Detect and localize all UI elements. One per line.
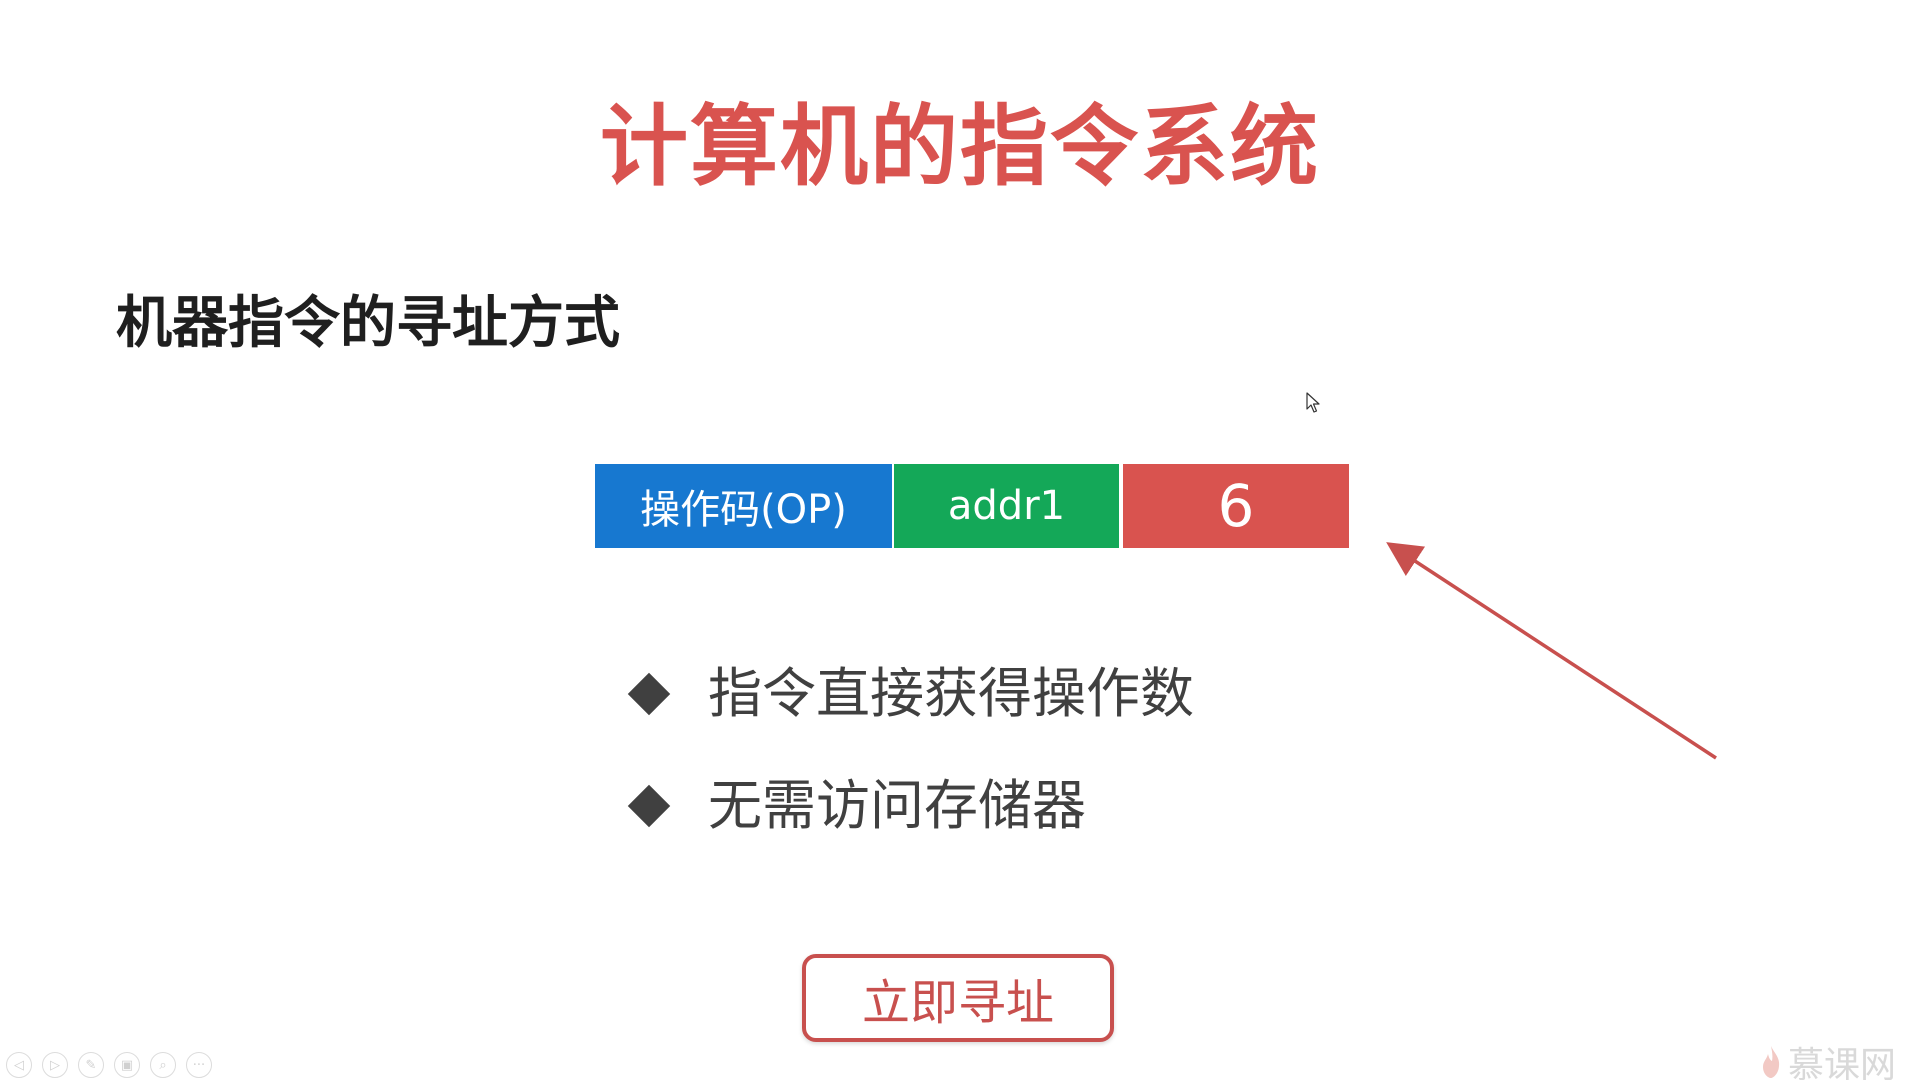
list-item: 无需访问存储器 [627,768,1194,844]
list-item: 指令直接获得操作数 [627,656,1194,732]
opcode-field: 操作码(OP) [595,464,892,548]
diamond-bullet-icon [627,672,671,716]
presentation-toolbar: ◁ ▷ ✎ ▣ ⌕ ··· [6,1052,212,1078]
slide-title: 计算机的指令系统 [599,95,1320,198]
bullet-text: 指令直接获得操作数 [708,662,1194,725]
more-icon[interactable]: ··· [186,1052,212,1078]
mouse-cursor-icon [1306,392,1320,413]
flame-icon [1762,1046,1780,1078]
immediate-addressing-button[interactable]: 立即寻址 [802,954,1114,1042]
presentation-slide: 计算机的指令系统 机器指令的寻址方式 操作码(OP) addr1 6 指令直接获… [0,0,1920,1080]
bullet-list: 指令直接获得操作数 无需访问存储器 [627,656,1194,880]
address-field: addr1 [894,464,1119,548]
operand-field: 6 [1123,464,1349,548]
diamond-bullet-icon [627,784,671,828]
previous-icon[interactable]: ◁ [6,1052,32,1078]
zoom-icon[interactable]: ⌕ [150,1052,176,1078]
bullet-text: 无需访问存储器 [708,774,1086,837]
watermark-text: 慕课网 [1787,1045,1896,1080]
next-icon[interactable]: ▷ [42,1052,68,1078]
slide-subtitle: 机器指令的寻址方式 [116,291,620,356]
pointer-arrow [1386,542,1717,760]
slides-icon[interactable]: ▣ [114,1052,140,1078]
pen-icon[interactable]: ✎ [78,1052,104,1078]
watermark: 慕课网 [1760,1036,1896,1080]
